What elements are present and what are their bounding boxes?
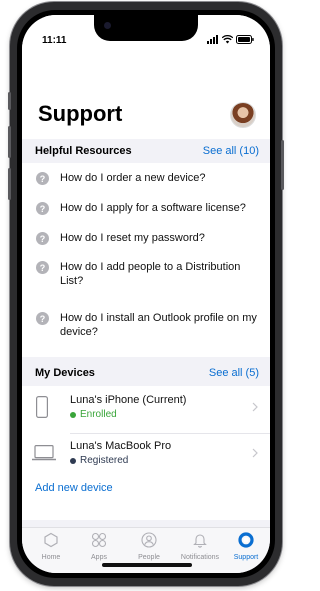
my-devices-list: Luna's iPhone (Current) Enrolled Luna's …	[22, 386, 270, 520]
bell-icon	[193, 534, 207, 548]
chevron-right-icon	[252, 402, 258, 412]
section-title: My Devices	[35, 367, 95, 379]
my-devices-header: My Devices See all (5)	[22, 361, 270, 385]
device-row-macbook[interactable]: Luna's MacBook Pro Registered	[22, 440, 270, 476]
volume-up-button	[8, 126, 11, 158]
list-item-label: How do I order a new device?	[60, 172, 206, 184]
tab-label: Support	[233, 554, 259, 561]
device-name: Luna's MacBook Pro	[70, 440, 172, 452]
tab-label: Apps	[91, 554, 107, 561]
tab-support[interactable]: Support	[222, 532, 270, 561]
helpful-resources-list: ? How do I order a new device? ? How do …	[22, 163, 270, 357]
question-icon: ?	[36, 232, 49, 245]
tab-label: Notifications	[180, 554, 220, 561]
phone-icon	[36, 396, 48, 418]
device-row-iphone[interactable]: Luna's iPhone (Current) Enrolled	[22, 394, 270, 430]
list-item[interactable]: ? How do I order a new device?	[22, 163, 270, 193]
home-icon	[44, 532, 58, 548]
mute-switch	[8, 92, 11, 110]
see-all-devices-link[interactable]: See all (5)	[209, 367, 259, 379]
question-icon: ?	[36, 261, 49, 274]
tab-label: People	[138, 554, 160, 561]
list-item-label: How do I install an Outlook profile on m…	[60, 312, 257, 338]
device-status-label: Enrolled	[80, 409, 117, 420]
list-item[interactable]: ? How do I install an Outlook profile on…	[22, 305, 270, 357]
tab-label: Home	[41, 554, 61, 561]
tab-apps[interactable]: Apps	[74, 532, 124, 561]
device-name: Luna's iPhone (Current)	[70, 394, 187, 406]
device-status: Registered	[70, 455, 128, 466]
tab-people[interactable]: People	[124, 532, 174, 561]
tab-home[interactable]: Home	[26, 532, 76, 561]
list-item[interactable]: ? How do I apply for a software license?	[22, 193, 270, 223]
list-item-label: How do I apply for a software license?	[60, 202, 246, 214]
chevron-right-icon	[252, 448, 258, 458]
device-status: Enrolled	[70, 409, 117, 420]
list-item-label: How do I reset my password?	[60, 232, 205, 244]
add-new-device-link[interactable]: Add new device	[35, 482, 113, 494]
page-title: Support	[38, 101, 123, 126]
question-icon: ?	[36, 202, 49, 215]
helpful-resources-header: Helpful Resources See all (10)	[22, 139, 270, 163]
camera-icon	[104, 22, 111, 29]
volume-down-button	[8, 168, 11, 200]
support-lifebuoy-icon	[238, 532, 254, 548]
notch	[94, 15, 198, 41]
apps-grid-icon	[91, 532, 107, 548]
people-icon	[141, 532, 157, 548]
device-status-label: Registered	[80, 455, 129, 466]
divider	[70, 433, 270, 434]
question-icon: ?	[36, 312, 49, 325]
status-dot	[70, 411, 76, 418]
phone-bezel: 11:11 Support Helpful Resources See all …	[17, 10, 275, 578]
see-all-resources-link[interactable]: See all (10)	[203, 145, 259, 157]
section-title: Helpful Resources	[35, 145, 132, 157]
avatar[interactable]	[230, 102, 256, 128]
status-dot	[70, 457, 76, 464]
screen: 11:11 Support Helpful Resources See all …	[22, 15, 270, 573]
list-item[interactable]: ? How do I reset my password?	[22, 223, 270, 253]
list-item-label: How do I add people to a Distribution Li…	[60, 261, 241, 287]
list-item[interactable]: ? How do I add people to a Distribution …	[22, 253, 270, 305]
laptop-icon	[32, 445, 56, 461]
tab-notifications[interactable]: Notifications	[172, 532, 228, 561]
question-icon: ?	[36, 172, 49, 185]
power-button	[281, 140, 284, 190]
home-indicator[interactable]	[102, 563, 192, 567]
